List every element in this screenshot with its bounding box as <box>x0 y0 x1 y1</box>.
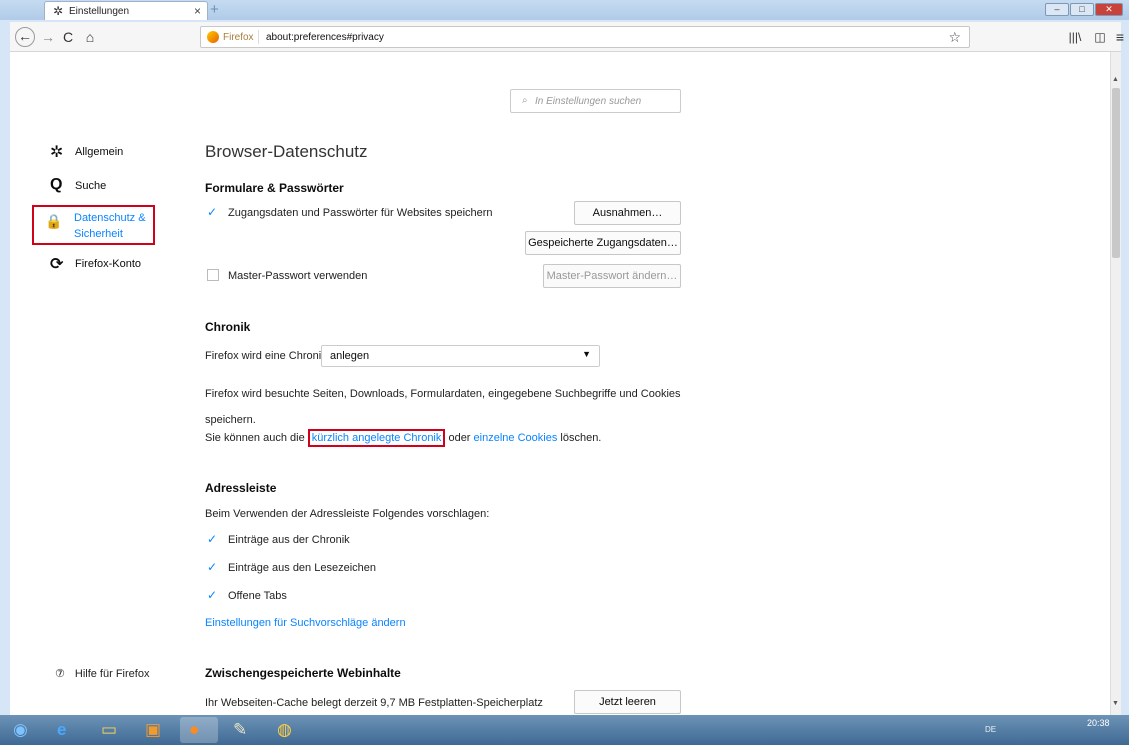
category-firefox-account[interactable]: ⟳ Firefox-Konto <box>44 255 164 277</box>
category-label: Datenschutz & Sicherheit <box>74 212 146 240</box>
clear-history-line: Sie können auch die kürzlich angelegte C… <box>205 429 602 447</box>
sync-icon: ⟳ <box>50 256 64 273</box>
master-password-checkbox[interactable] <box>207 269 219 281</box>
clear-suffix: löschen. <box>560 432 602 444</box>
category-search[interactable]: Q Suche <box>44 176 164 199</box>
search-suggestions-link[interactable]: Einstellungen für Suchvorschläge ändern <box>205 617 406 629</box>
home-button[interactable]: ⌂ <box>80 27 100 47</box>
save-logins-label[interactable]: Zugangsdaten und Passwörter für Websites… <box>228 207 493 219</box>
history-mode-value: anlegen <box>330 350 370 362</box>
chrome-icon[interactable]: ◍ <box>268 717 306 743</box>
paint-icon[interactable]: ✎ <box>224 717 262 743</box>
library-button[interactable]: |||\ <box>1065 27 1085 47</box>
search-icon: Q <box>50 176 63 193</box>
reload-button[interactable]: C <box>58 27 78 47</box>
url-text[interactable]: about:preferences#privacy <box>266 32 384 43</box>
close-window-button[interactable]: ✕ <box>1095 3 1123 16</box>
sidebar-button[interactable]: ◫ <box>1090 27 1110 47</box>
windows-taskbar: ◉ e ▭ ▣ ● ✎ ◍ DE 20:38 <box>0 715 1129 745</box>
exceptions-button[interactable]: Ausnahmen… <box>574 201 681 225</box>
minimize-button[interactable]: – <box>1045 3 1069 16</box>
history-suggest-label[interactable]: Einträge aus der Chronik <box>228 534 350 546</box>
category-label: Suche <box>75 180 107 192</box>
navigation-toolbar: ← → C ⌂ Firefox about:preferences#privac… <box>10 22 1124 52</box>
menu-button[interactable]: ≡ <box>1110 27 1129 47</box>
explorer-icon[interactable]: ▭ <box>92 717 130 743</box>
help-icon: ⑦ <box>55 668 65 680</box>
lock-icon: 🔒 <box>45 213 63 229</box>
bookmark-star-icon[interactable]: ☆ <box>948 29 961 46</box>
history-mode-label: Firefox wird eine Chronik <box>205 350 327 362</box>
history-suggest-checkbox[interactable]: ✓ <box>207 533 219 545</box>
preferences-search-input[interactable]: ⌕ In Einstellungen suchen <box>510 89 681 113</box>
bookmarks-suggest-checkbox[interactable]: ✓ <box>207 561 219 573</box>
gear-icon: ✲ <box>50 144 64 161</box>
language-indicator[interactable]: DE <box>985 725 996 734</box>
firefox-icon <box>207 31 219 43</box>
tab-title: Einstellungen <box>69 6 130 17</box>
history-heading: Chronik <box>205 320 251 334</box>
cache-status: Ihr Webseiten-Cache belegt derzeit 9,7 M… <box>205 697 543 709</box>
identity-label[interactable]: Firefox <box>223 32 254 43</box>
title-bar: ✲ Einstellungen × + – □ ✕ <box>0 0 1129 20</box>
urlbar-separator <box>258 30 259 44</box>
addressbar-heading: Adressleiste <box>205 481 277 495</box>
master-password-label[interactable]: Master-Passwort verwenden <box>228 270 367 282</box>
media-player-icon[interactable]: ▣ <box>136 717 174 743</box>
scroll-thumb[interactable] <box>1112 88 1120 258</box>
help-label: Hilfe für Firefox <box>74 668 150 680</box>
scroll-down-icon[interactable]: ▼ <box>1112 700 1119 707</box>
taskbar-clock[interactable]: 20:38 <box>1087 718 1110 729</box>
scroll-up-icon[interactable]: ▲ <box>1112 76 1119 83</box>
category-label: Allgemein <box>75 146 124 158</box>
open-tabs-suggest-label[interactable]: Offene Tabs <box>228 590 287 602</box>
category-privacy-security[interactable]: 🔒 Datenschutz & Sicherheit <box>32 205 155 245</box>
close-tab-icon[interactable]: × <box>194 4 201 18</box>
forms-heading: Formulare & Passwörter <box>205 181 344 195</box>
search-icon: ⌕ <box>522 95 528 106</box>
maximize-button[interactable]: □ <box>1070 3 1094 16</box>
ie-icon[interactable]: e <box>48 717 86 743</box>
clear-middle: oder <box>448 432 471 444</box>
clear-cache-button[interactable]: Jetzt leeren <box>574 690 681 714</box>
save-logins-checkbox[interactable]: ✓ <box>207 206 219 218</box>
category-label: Firefox-Konto <box>75 258 142 270</box>
new-tab-button[interactable]: + <box>210 1 219 18</box>
chevron-down-icon: ▼ <box>582 349 591 359</box>
history-description: Firefox wird besuchte Seiten, Downloads,… <box>205 388 681 426</box>
forward-button[interactable]: → <box>38 27 58 47</box>
cache-heading: Zwischengespeicherte Webinhalte <box>205 666 401 680</box>
windows-start-icon[interactable]: ◉ <box>4 717 42 743</box>
cookies-link[interactable]: einzelne Cookies <box>474 432 558 444</box>
clear-prefix: Sie können auch die <box>205 432 305 444</box>
open-tabs-suggest-checkbox[interactable]: ✓ <box>207 589 219 601</box>
recent-history-link[interactable]: kürzlich angelegte Chronik <box>307 429 446 447</box>
help-link[interactable]: ⑦ Hilfe für Firefox <box>55 667 149 680</box>
search-placeholder: In Einstellungen suchen <box>535 96 642 107</box>
url-bar[interactable]: Firefox about:preferences#privacy ☆ <box>200 26 970 48</box>
addressbar-intro: Beim Verwenden der Adressleiste Folgende… <box>205 508 490 520</box>
bookmarks-suggest-label[interactable]: Einträge aus den Lesezeichen <box>228 562 376 574</box>
gear-icon: ✲ <box>53 4 64 18</box>
change-master-password-button[interactable]: Master-Passwort ändern… <box>543 264 681 288</box>
category-general[interactable]: ✲ Allgemein <box>44 143 164 165</box>
firefox-icon[interactable]: ● <box>180 717 218 743</box>
history-mode-select[interactable]: anlegen ▼ <box>321 345 600 367</box>
back-button[interactable]: ← <box>15 27 35 47</box>
tab-settings[interactable]: ✲ Einstellungen × <box>44 1 208 20</box>
saved-logins-button[interactable]: Gespeicherte Zugangsdaten… <box>525 231 681 255</box>
page-title: Browser-Datenschutz <box>205 142 368 161</box>
